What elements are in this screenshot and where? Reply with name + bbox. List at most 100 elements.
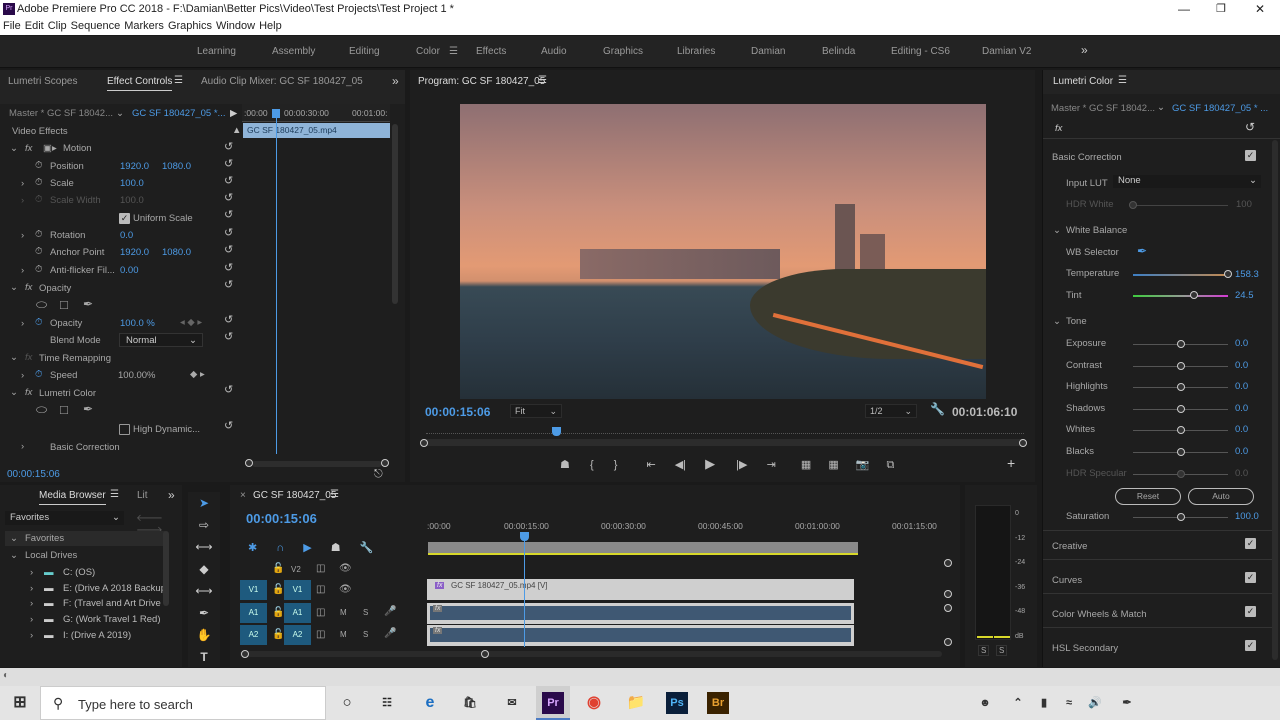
zoom-handle-left[interactable] [241, 650, 249, 658]
basic-correction-checkbox[interactable]: ✓ [1245, 150, 1256, 161]
fx-icon[interactable]: fx [25, 384, 32, 401]
tone-value[interactable]: 0.0 [1235, 335, 1248, 352]
expand-chevron-icon[interactable]: ⌄ [10, 279, 18, 296]
pen-mask-icon[interactable]: ✒ [83, 296, 93, 313]
anti-flicker-value[interactable]: 0.00 [120, 262, 139, 279]
go-to-in-icon[interactable]: ⇤ [646, 459, 655, 471]
toggle-timeline-icon[interactable]: ▶ [230, 105, 237, 122]
white-balance-heading[interactable]: White Balance [1066, 222, 1127, 239]
close-button[interactable]: ✕ [1255, 0, 1265, 18]
panel-menu-icon[interactable]: ☰ [330, 489, 339, 500]
rotation-value[interactable]: 0.0 [120, 227, 133, 244]
drive-item[interactable]: E: (Drive A 2018 Backup) [63, 580, 169, 597]
timeline-timecode[interactable]: 00:00:15:06 [246, 511, 317, 526]
expand-chevron-icon[interactable]: ⌄ [1053, 222, 1061, 239]
menu-file[interactable]: File [3, 20, 21, 32]
volume-icon[interactable]: 🔊 [1084, 692, 1106, 714]
expand-icon[interactable]: › [21, 175, 24, 192]
add-marker-icon[interactable]: ☗ [331, 542, 341, 554]
reset-button[interactable]: Reset [1115, 488, 1181, 505]
source-v1-patch[interactable]: V1 [240, 580, 267, 600]
audio-clip-a2[interactable]: fx [427, 625, 854, 646]
battery-icon[interactable]: ▮ [1033, 692, 1055, 714]
workspace-editing-cs6[interactable]: Editing - CS6 [891, 46, 950, 57]
reset-icon[interactable]: ↺ [224, 226, 233, 239]
wifi-icon[interactable]: ≈ [1058, 692, 1080, 714]
play-icon[interactable]: ▶ [705, 456, 715, 471]
task-view-icon[interactable]: ☷ [376, 692, 398, 714]
show-hidden-icons[interactable]: ⌃ [1007, 692, 1029, 714]
resolution-dropdown[interactable]: 1/2 ⌄ [865, 404, 917, 418]
solo-button[interactable]: S [363, 608, 368, 617]
favorites-node[interactable]: Favorites [25, 530, 64, 547]
lumetri-scrollbar[interactable] [1272, 140, 1278, 660]
work-area-bar[interactable] [428, 542, 858, 555]
track-v2-label[interactable]: V2 [291, 565, 301, 574]
bridge-icon[interactable]: Br [707, 692, 729, 714]
more-workspaces-icon[interactable]: » [1081, 43, 1088, 57]
close-tab-icon[interactable]: × [240, 490, 246, 501]
color-wheels-section[interactable]: Color Wheels & Match [1052, 606, 1147, 623]
clip-dropdown-chevron-icon[interactable]: ⌄ [116, 105, 124, 122]
eye-icon[interactable]: 👁 [339, 563, 352, 574]
reset-icon[interactable]: ↺ [224, 191, 233, 204]
audio-clip-a1[interactable]: fx [427, 603, 854, 624]
stopwatch-icon[interactable]: ⏱ [35, 226, 42, 243]
windows-start-icon[interactable]: ⊞ [9, 692, 31, 714]
scale-value[interactable]: 100.0 [120, 175, 144, 192]
tone-value[interactable]: 0.0 [1235, 400, 1248, 417]
program-timecode[interactable]: 00:00:15:06 [425, 405, 490, 419]
search-box[interactable]: ⚲ Type here to search [40, 686, 326, 720]
reset-icon[interactable]: ↺ [224, 208, 233, 221]
expand-icon[interactable]: › [30, 611, 33, 628]
zoom-handle-right[interactable] [481, 650, 489, 658]
more-panels-icon[interactable]: » [392, 74, 399, 88]
solo-left-button[interactable]: S [978, 645, 990, 656]
tone-value[interactable]: 0.0 [1235, 357, 1248, 374]
eye-icon[interactable]: 👁 [339, 584, 352, 595]
workspace-belinda[interactable]: Belinda [822, 46, 855, 57]
track-select-tool-icon[interactable]: ⇨ [188, 514, 220, 536]
fx-icon[interactable]: fx [25, 140, 32, 157]
sync-lock-icon[interactable]: ◫ [316, 563, 325, 574]
type-tool-icon[interactable]: T [188, 646, 220, 668]
step-forward-icon[interactable]: |▶ [736, 459, 747, 471]
track-height-handle[interactable] [944, 604, 952, 612]
lock-icon[interactable]: 🔓 [272, 607, 284, 618]
microphone-icon[interactable]: 🎤 [384, 628, 396, 639]
add-marker-icon[interactable]: ☗ [560, 459, 570, 471]
comparison-view-icon[interactable]: ⧉ [887, 459, 895, 471]
store-icon[interactable]: 🛍 [459, 692, 481, 714]
scrollbar[interactable] [163, 531, 169, 606]
tab-audio-clip-mixer[interactable]: Audio Clip Mixer: GC SF 180427_05 [201, 76, 363, 87]
pen-workspace-icon[interactable]: ✒ [1116, 692, 1138, 714]
program-time-ruler[interactable] [426, 426, 1024, 434]
workspace-libraries[interactable]: Libraries [677, 46, 715, 57]
transform-icon[interactable]: ▣▸ [43, 140, 57, 157]
people-icon[interactable]: ☻ [974, 692, 996, 714]
zoom-handle-right[interactable] [1019, 439, 1027, 447]
video-clip[interactable]: fx GC SF 180427_05.mp4 [V] [427, 579, 854, 600]
panel-menu-icon[interactable]: ☰ [1118, 75, 1127, 86]
expand-icon[interactable]: › [30, 627, 33, 644]
expand-icon[interactable]: › [21, 367, 24, 384]
reset-icon[interactable]: ↺ [224, 243, 233, 256]
track-height-handle[interactable] [944, 638, 952, 646]
temperature-slider[interactable] [1133, 274, 1228, 276]
saturation-value[interactable]: 100.0 [1235, 508, 1259, 525]
reset-icon[interactable]: ↺ [224, 140, 233, 153]
file-explorer-icon[interactable]: 📁 [625, 692, 647, 714]
tab-lumetri-scopes[interactable]: Lumetri Scopes [8, 76, 77, 87]
expand-icon[interactable]: › [21, 438, 24, 455]
tint-slider[interactable] [1133, 295, 1228, 297]
lock-icon[interactable]: 🔓 [272, 563, 284, 574]
mini-clip-bar[interactable]: GC SF 180427_05.mp4 [243, 123, 390, 138]
input-lut-dropdown[interactable]: None ⌄ [1113, 175, 1261, 188]
tab-libraries[interactable]: Lit [137, 490, 148, 501]
stopwatch-icon[interactable]: ⏱ [35, 261, 42, 278]
uniform-scale-checkbox[interactable]: ✓ [119, 213, 130, 224]
slider-knob[interactable] [1177, 340, 1185, 348]
tab-effect-controls[interactable]: Effect Controls [107, 76, 173, 91]
drive-item[interactable]: C: (OS) [63, 564, 95, 581]
panel-menu-icon[interactable]: ☰ [110, 489, 119, 500]
